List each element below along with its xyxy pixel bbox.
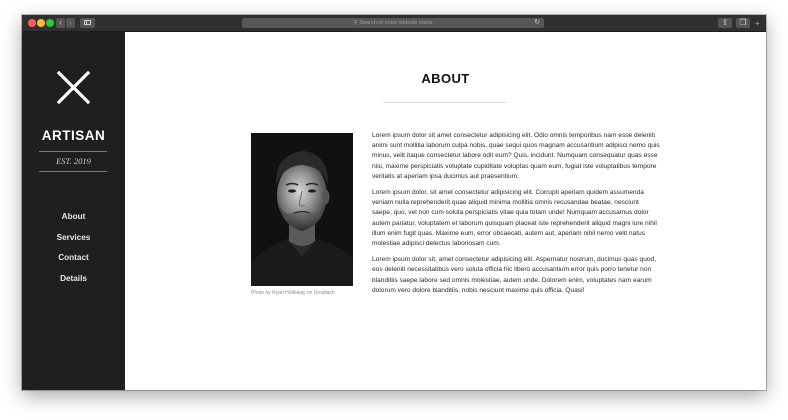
show-tabs-button[interactable]: ❐ bbox=[736, 18, 750, 28]
portrait-photo bbox=[251, 133, 353, 286]
share-button[interactable]: ⇪ bbox=[718, 18, 732, 28]
page-title: ABOUT bbox=[421, 71, 470, 86]
sidebar-nav: About Services Contact Details bbox=[22, 211, 125, 293]
main-content: ABOUT Photo by Ryan Holloway on Unsplash… bbox=[125, 32, 766, 390]
reload-icon[interactable]: ↻ bbox=[534, 18, 540, 28]
sidebar-item-services[interactable]: Services bbox=[22, 232, 125, 253]
new-tab-button[interactable]: + bbox=[755, 20, 760, 28]
sidebar-toggle-button[interactable] bbox=[80, 18, 95, 28]
brand-name: ARTISAN bbox=[41, 128, 106, 143]
site-sidebar: ARTISAN EST. 2019 About Services Contact… bbox=[22, 32, 125, 390]
zoom-window-button[interactable] bbox=[46, 19, 54, 27]
title-divider bbox=[383, 102, 507, 103]
sidebar-icon bbox=[84, 20, 91, 25]
chevron-left-icon: ‹ bbox=[59, 18, 62, 27]
sidebar-item-details[interactable]: Details bbox=[22, 273, 125, 294]
back-button[interactable]: ‹ bbox=[56, 18, 65, 28]
page: ‹ › ⚲ Search or enter website name ↻ ⇪ ❐ … bbox=[0, 0, 788, 420]
x-mark-icon bbox=[57, 71, 90, 104]
about-paragraph-2: Lorem ipsum dolor, sit amet consectetur … bbox=[372, 189, 657, 248]
brand-divider-bottom bbox=[39, 171, 107, 172]
browser-toolbar: ‹ › ⚲ Search or enter website name ↻ ⇪ ❐ … bbox=[22, 15, 766, 32]
minimize-window-button[interactable] bbox=[37, 19, 45, 27]
browser-window: ‹ › ⚲ Search or enter website name ↻ ⇪ ❐ … bbox=[22, 15, 766, 390]
photo-caption: Photo by Ryan Holloway on Unsplash bbox=[251, 290, 335, 296]
sidebar-item-about[interactable]: About bbox=[22, 211, 125, 232]
portrait-illustration bbox=[251, 133, 353, 286]
share-icon: ⇪ bbox=[721, 18, 729, 27]
tabs-icon: ❐ bbox=[739, 18, 747, 27]
sidebar-item-contact[interactable]: Contact bbox=[22, 252, 125, 273]
about-text: Lorem ipsum dolor sit amet consectetur a… bbox=[372, 131, 660, 302]
close-window-button[interactable] bbox=[28, 19, 36, 27]
about-paragraph-1: Lorem ipsum dolor sit amet consectetur a… bbox=[372, 132, 660, 180]
about-paragraph-3: Lorem ipsum dolor sit, amet consectetur … bbox=[372, 256, 657, 294]
chevron-right-icon: › bbox=[69, 18, 72, 27]
address-bar[interactable]: ⚲ Search or enter website name ↻ bbox=[242, 18, 544, 28]
brand-divider-top bbox=[39, 151, 107, 152]
established-tagline: EST. 2019 bbox=[56, 156, 91, 166]
address-placeholder: Search or enter website name bbox=[359, 20, 433, 26]
forward-button[interactable]: › bbox=[66, 18, 75, 28]
search-icon: ⚲ bbox=[353, 20, 358, 26]
